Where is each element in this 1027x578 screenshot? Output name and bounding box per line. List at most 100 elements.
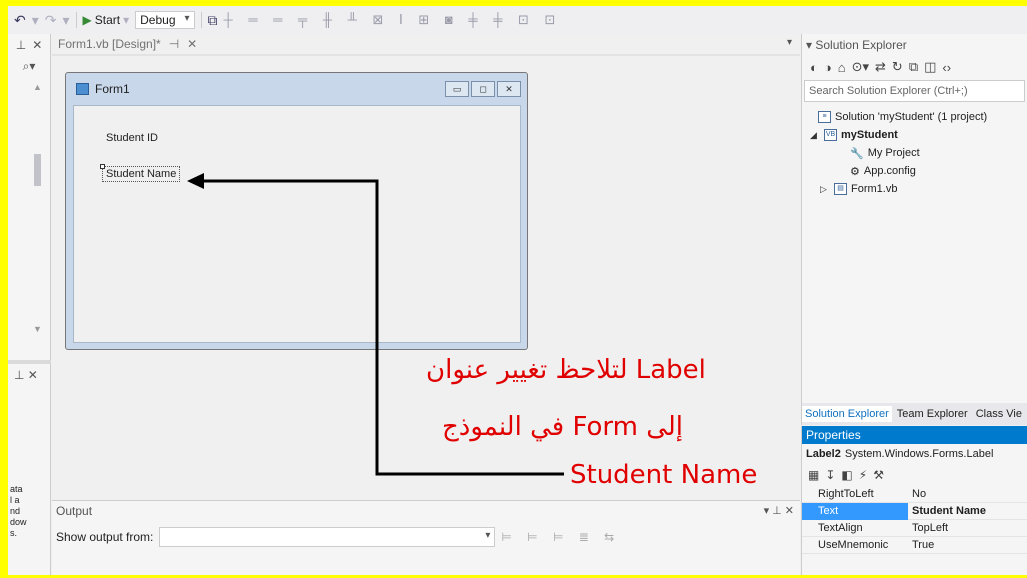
solution-icon: ≡ xyxy=(818,111,831,123)
ide-window: ↶ ▾ ↷ ▾ ▶ Start ▾ Debug ⧉ ┼ ═ ═ ╤ ╫ ╨ ⊠ … xyxy=(8,6,1027,575)
undo-icon[interactable]: ↶ xyxy=(14,13,26,27)
layout-align-icons[interactable]: ┼ ═ ═ ╤ ╫ ╨ ⊠ Ⅰ ⊞ ◙ ╪ ╪ ⊡ ⊡ xyxy=(224,12,562,28)
panel-controls-icons[interactable]: ▾ ⊥ ✕ xyxy=(764,504,794,517)
tree-item-label: Solution 'myStudent' (1 project) xyxy=(835,111,988,123)
explorer-tabs: Solution Explorer Team Explorer Class Vi… xyxy=(802,403,1027,425)
sync-icon[interactable]: ⇄ xyxy=(875,59,886,75)
pin-icon[interactable]: ⊥ xyxy=(16,38,26,52)
scroll-thumb[interactable] xyxy=(34,154,41,186)
tab-class-view[interactable]: Class Vie xyxy=(973,406,1025,422)
history-icon[interactable]: ⊙▾ xyxy=(852,59,869,75)
label-student-id[interactable]: Student ID xyxy=(106,132,158,144)
main-toolbar: ↶ ▾ ↷ ▾ ▶ Start ▾ Debug ⧉ ┼ ═ ═ ╤ ╫ ╨ ⊠ … xyxy=(8,6,1027,34)
property-name: TextAlign xyxy=(818,522,863,534)
tree-item-my-project[interactable]: 🔧 My Project xyxy=(802,144,1027,162)
document-tab-strip: Form1.vb [Design]* ⊣ ✕ ▾ xyxy=(52,34,800,56)
label-student-name[interactable]: Student Name xyxy=(100,164,181,182)
vb-project-icon: VB xyxy=(824,129,837,141)
minimize-icon[interactable]: ▭ xyxy=(445,81,469,97)
toolbox-panel: ⊥ ✕ ⌕▾ ▲ ▼ ⊥ ✕ ata l a nd dow s. xyxy=(8,34,51,575)
tree-item-form1[interactable]: ▷ ▤ Form1.vb xyxy=(802,180,1027,198)
properties-icon[interactable]: ◫ xyxy=(924,59,936,75)
label-student-name-text: Student Name xyxy=(106,168,177,180)
undo-dropdown-icon[interactable]: ▾ xyxy=(32,13,39,27)
property-value[interactable]: Student Name xyxy=(908,505,986,517)
collapse-icon[interactable]: ⧉ xyxy=(909,59,918,75)
form-client-area[interactable]: Student ID Student Name xyxy=(73,105,521,343)
output-source-select[interactable] xyxy=(159,527,496,547)
categorized-icon[interactable]: ▦ xyxy=(808,468,819,482)
play-icon: ▶ xyxy=(82,13,92,27)
code-icon[interactable]: ‹› xyxy=(942,60,951,75)
property-name: RightToLeft xyxy=(818,488,874,500)
solution-search-input[interactable]: Search Solution Explorer (Ctrl+;) xyxy=(804,80,1025,102)
properties-toolbar: ▦ ↧ ◧ ⚡ ⚒ xyxy=(802,464,1027,486)
form-designer-surface: Form1 ▭ ◻ ✕ Student ID Student Name xyxy=(52,58,800,490)
toolbar-separator xyxy=(75,12,77,28)
forward-icon[interactable]: ◑ xyxy=(824,60,832,75)
property-row[interactable]: RightToLeft No xyxy=(802,486,1027,503)
property-value[interactable]: TopLeft xyxy=(908,522,948,534)
output-panel: Output ▾ ⊥ ✕ Show output from: ⊨ ⊨ ⊨ ≣ ⇆ xyxy=(52,500,800,575)
side-text-line: ata xyxy=(10,484,23,494)
tree-item-project[interactable]: ◢ VB myStudent xyxy=(802,126,1027,144)
chevron-down-icon[interactable]: ▾ xyxy=(787,37,792,48)
side-text-line: s. xyxy=(10,528,18,538)
side-text-line: l a xyxy=(10,495,20,505)
form-icon xyxy=(76,83,89,95)
expanded-triangle-icon[interactable]: ◢ xyxy=(810,130,820,141)
toolbar-separator xyxy=(200,12,202,28)
property-pages-icon[interactable]: ⚒ xyxy=(873,468,884,482)
redo-icon[interactable]: ↷ xyxy=(45,13,57,27)
pin-close-icons[interactable]: ⊥ ✕ xyxy=(14,368,38,382)
solution-explorer-title: Solution Explorer xyxy=(815,38,907,52)
side-text-line: dow xyxy=(10,517,27,527)
properties-title: Properties xyxy=(806,428,861,442)
maximize-icon[interactable]: ◻ xyxy=(471,81,495,97)
toolbox-scrollbar[interactable]: ▲ ▼ xyxy=(32,78,44,338)
tab-team-explorer[interactable]: Team Explorer xyxy=(894,406,971,422)
resize-handle[interactable] xyxy=(100,164,105,169)
scroll-down-icon[interactable]: ▼ xyxy=(33,324,42,334)
output-action-icons[interactable]: ⊨ ⊨ ⊨ ≣ ⇆ xyxy=(501,530,620,544)
tree-item-app-config[interactable]: ⚙ App.config xyxy=(802,162,1027,180)
format-icon[interactable]: ⧉ xyxy=(208,13,218,27)
scroll-up-icon[interactable]: ▲ xyxy=(33,82,42,92)
form-file-icon: ▤ xyxy=(834,183,847,195)
chevron-down-icon: ▾ xyxy=(123,13,130,27)
pin-icon[interactable]: ⊣ xyxy=(169,37,179,51)
back-icon[interactable]: ◐ xyxy=(810,60,818,75)
object-selector[interactable]: Label2 System.Windows.Forms.Label xyxy=(802,444,1027,464)
property-name: Text xyxy=(802,502,908,520)
redo-dropdown-icon[interactable]: ▾ xyxy=(63,13,70,27)
form-title: Form1 xyxy=(95,82,130,96)
configuration-select[interactable]: Debug xyxy=(135,11,195,29)
tab-form1-design[interactable]: Form1.vb [Design]* ⊣ ✕ xyxy=(52,37,203,51)
property-value[interactable]: True xyxy=(908,539,934,551)
alphabetical-icon[interactable]: ↧ xyxy=(825,468,835,482)
form1-window[interactable]: Form1 ▭ ◻ ✕ Student ID Student Name xyxy=(65,72,528,350)
tab-label: Form1.vb [Design]* xyxy=(58,37,161,51)
config-icon: ⚙ xyxy=(850,165,860,178)
properties-view-icon[interactable]: ◧ xyxy=(841,468,852,482)
property-row[interactable]: TextAlign TopLeft xyxy=(802,520,1027,537)
close-icon[interactable]: ✕ xyxy=(497,81,521,97)
tab-solution-explorer[interactable]: Solution Explorer xyxy=(802,406,892,422)
property-row[interactable]: UseMnemonic True xyxy=(802,537,1027,554)
collapsed-triangle-icon[interactable]: ▷ xyxy=(820,184,830,195)
start-button[interactable]: ▶ Start ▾ xyxy=(83,13,130,27)
close-icon[interactable]: ✕ xyxy=(187,37,197,51)
tree-item-solution[interactable]: ≡ Solution 'myStudent' (1 project) xyxy=(802,108,1027,126)
home-icon[interactable]: ⌂ xyxy=(838,60,846,75)
window-buttons: ▭ ◻ ✕ xyxy=(445,81,521,97)
annotation-line-1: لتلاحظ تغيير عنوان Label xyxy=(426,355,706,385)
search-icon[interactable]: ⌕▾ xyxy=(8,56,50,76)
events-icon[interactable]: ⚡ xyxy=(859,468,867,482)
refresh-icon[interactable]: ↻ xyxy=(892,59,903,75)
properties-panel: Properties Label2 System.Windows.Forms.L… xyxy=(801,426,1027,575)
chevron-down-icon[interactable]: ▾ xyxy=(806,38,812,52)
property-value[interactable]: No xyxy=(908,488,926,500)
panel-divider[interactable] xyxy=(8,360,51,364)
property-row-selected[interactable]: Text Student Name xyxy=(802,502,1027,520)
close-icon[interactable]: ✕ xyxy=(32,38,42,52)
